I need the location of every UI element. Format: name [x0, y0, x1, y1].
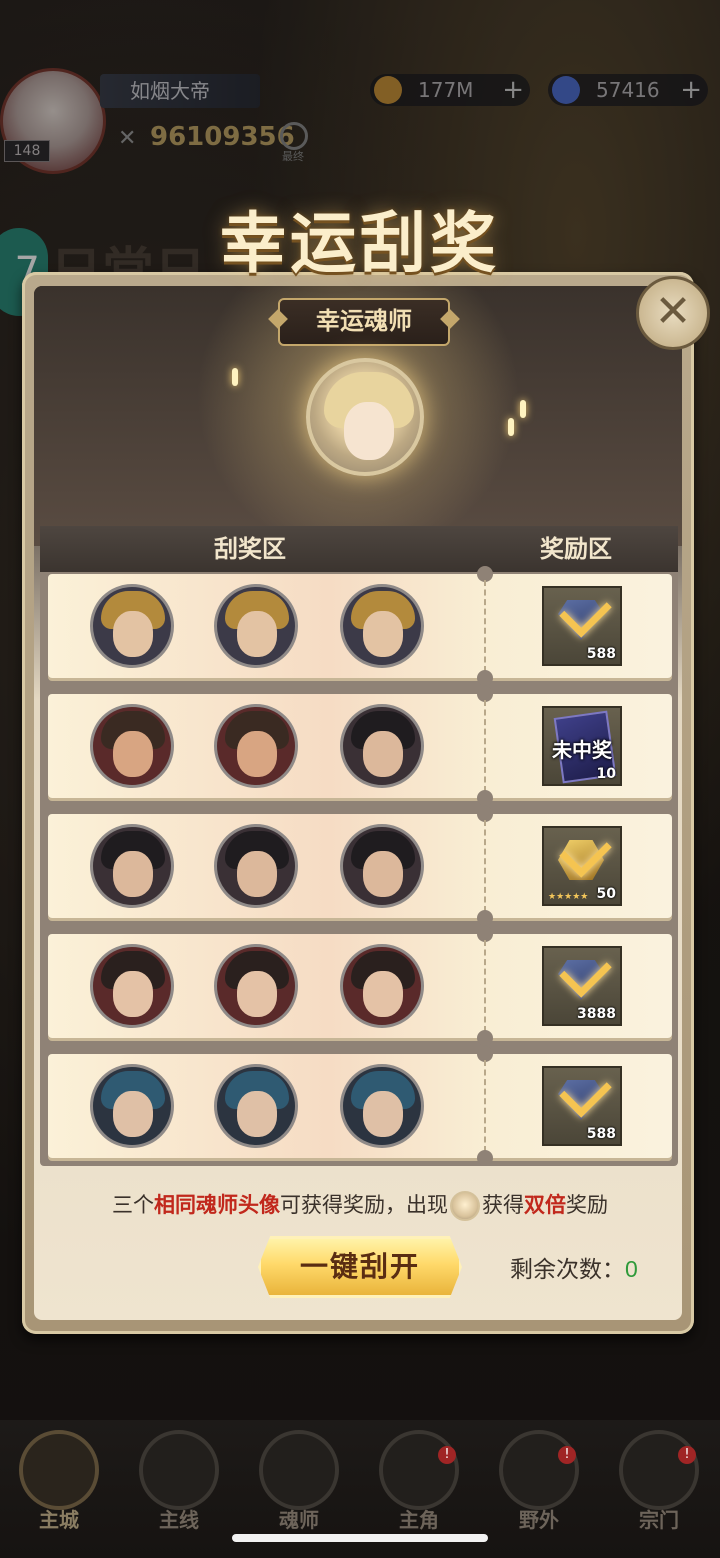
- reward-diamond[interactable]: 3888: [542, 945, 622, 1026]
- close-icon: ✕: [654, 286, 692, 337]
- scratch-row-2: 未中奖 10: [48, 686, 672, 806]
- sword-icon: [499, 1430, 579, 1510]
- remaining-label: 剩余次数：: [510, 1256, 625, 1282]
- soul-avatar-dark-hair-man[interactable]: [90, 824, 174, 908]
- soul-avatar-bearded-warrior[interactable]: [214, 704, 298, 788]
- reward-quantity: 588: [586, 646, 616, 662]
- sparkle-icon: [520, 400, 526, 418]
- book-icon: [259, 1430, 339, 1510]
- soul-avatar-long-hair-swordsman[interactable]: [340, 944, 424, 1028]
- soul-avatar-gold-hair-man[interactable]: [340, 584, 424, 668]
- home-indicator[interactable]: [232, 1534, 488, 1542]
- castle-icon: [19, 1430, 99, 1510]
- soul-avatar-gold-hair-man[interactable]: [90, 584, 174, 668]
- soul-avatar-bearded-warrior[interactable]: [90, 704, 174, 788]
- reward-quantity: 588: [586, 1126, 616, 1142]
- soul-avatar-gold-hair-man[interactable]: [214, 584, 298, 668]
- notification-badge: !: [558, 1446, 576, 1464]
- soul-avatar-blue-hair-mage[interactable]: [90, 1064, 174, 1148]
- reward-diamond[interactable]: 588: [542, 585, 622, 666]
- lucky-soul-master-tag: 幸运魂师: [278, 298, 450, 346]
- close-button[interactable]: ✕: [636, 276, 710, 350]
- claimed-check-icon: [559, 585, 612, 638]
- soul-avatar-blue-hair-mage[interactable]: [340, 1064, 424, 1148]
- scratch-area-header: 刮奖区: [214, 534, 286, 563]
- nav-main-line[interactable]: 主线: [124, 1430, 234, 1540]
- scratch-row-5: 588: [48, 1046, 672, 1166]
- nav-sect[interactable]: ! 宗门: [604, 1430, 714, 1540]
- reward-diamond[interactable]: 588: [542, 1065, 622, 1146]
- soul-avatar-dark-hair-man[interactable]: [340, 824, 424, 908]
- reward-quantity: 10: [596, 766, 616, 782]
- reward-rule-hint: 三个相同魂师头像可获得奖励，出现 获得双倍奖励: [40, 1186, 680, 1226]
- nav-main-city[interactable]: 主城: [4, 1430, 114, 1540]
- mainline-icon: [139, 1430, 219, 1510]
- reward-quantity: 50: [596, 886, 616, 902]
- nav-wild[interactable]: ! 野外: [484, 1430, 594, 1540]
- notification-badge: !: [678, 1446, 696, 1464]
- reward-area-header: 奖励区: [540, 534, 612, 563]
- scratch-row-3: ★★★★★ 50: [48, 806, 672, 926]
- scratch-row-1: 588: [48, 566, 672, 686]
- reward-card[interactable]: 未中奖 10: [542, 706, 622, 786]
- hero-icon: [379, 1430, 459, 1510]
- reward-gold-gem[interactable]: ★★★★★ 50: [542, 825, 622, 906]
- nav-hero[interactable]: ! 主角: [364, 1430, 474, 1540]
- soul-avatar-dark-hair-man[interactable]: [340, 704, 424, 788]
- scratch-all-button[interactable]: 一键刮开: [258, 1236, 462, 1298]
- modal-title: 幸运刮奖: [220, 204, 500, 282]
- sparkle-icon: [232, 368, 238, 386]
- notification-badge: !: [438, 1446, 456, 1464]
- soul-avatar-blue-hair-mage[interactable]: [214, 1064, 298, 1148]
- soul-avatar-long-hair-swordsman[interactable]: [214, 944, 298, 1028]
- claimed-check-icon: [559, 1065, 612, 1118]
- reward-quantity: 3888: [577, 1006, 616, 1022]
- sparkle-icon: [508, 418, 514, 436]
- soul-avatar-dark-hair-man[interactable]: [214, 824, 298, 908]
- lucky-soul-master-mini-icon: [450, 1191, 480, 1222]
- sect-icon: [619, 1430, 699, 1510]
- remaining-attempts: 剩余次数：0: [510, 1250, 638, 1284]
- remaining-count: 0: [625, 1256, 638, 1282]
- star-rating: ★★★★★: [548, 892, 589, 902]
- nav-soul-master[interactable]: 魂师: [244, 1430, 354, 1540]
- lucky-soul-master-avatar: [306, 358, 424, 476]
- claimed-check-icon: [559, 945, 612, 998]
- table-header: 刮奖区 奖励区: [40, 526, 678, 572]
- scratch-row-4: 3888: [48, 926, 672, 1046]
- not-won-label: 未中奖: [552, 738, 612, 762]
- soul-avatar-long-hair-swordsman[interactable]: [90, 944, 174, 1028]
